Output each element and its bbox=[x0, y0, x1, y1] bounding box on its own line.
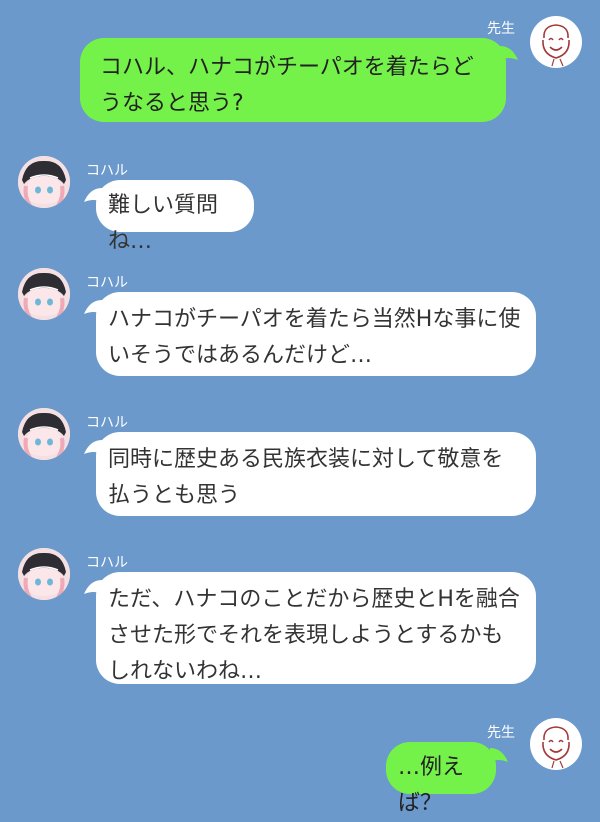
message-bubble[interactable]: …例えば？ bbox=[386, 742, 496, 816]
smiling-face-avatar-icon[interactable] bbox=[530, 718, 582, 770]
chat-message: 先生 …例えば？ bbox=[0, 712, 600, 816]
chat-message: コハル 難しい質問ね… bbox=[0, 150, 600, 254]
sender-name: 先生 bbox=[487, 21, 515, 37]
message-bubble[interactable]: 難しい質問ね… bbox=[96, 180, 254, 254]
smiling-face-avatar-icon[interactable] bbox=[530, 16, 582, 68]
sender-name: コハル bbox=[86, 163, 128, 179]
sender-name: コハル bbox=[86, 555, 128, 571]
chat-message: コハル 同時に歴史ある民族衣装に対して敬意を払うとも思う bbox=[0, 402, 600, 522]
sender-name: 先生 bbox=[487, 725, 515, 741]
sender-name: コハル bbox=[86, 415, 128, 431]
message-bubble[interactable]: ハナコがチーパオを着たら当然Hな事に使いそうではあるんだけど… bbox=[96, 292, 536, 376]
koharu-avatar-icon[interactable] bbox=[18, 268, 70, 320]
message-bubble[interactable]: コハル、ハナコがチーパオを着たらどうなると思う? bbox=[80, 38, 506, 122]
message-bubble[interactable]: ただ、ハナコのことだから歴史とHを融合させた形でそれを表現しようとするかもしれな… bbox=[96, 572, 536, 684]
chat-message: コハル ただ、ハナコのことだから歴史とHを融合させた形でそれを表現しようとするか… bbox=[0, 542, 600, 692]
koharu-avatar-icon[interactable] bbox=[18, 548, 70, 600]
message-bubble[interactable]: 同時に歴史ある民族衣装に対して敬意を払うとも思う bbox=[96, 432, 536, 516]
sender-name: コハル bbox=[86, 275, 128, 291]
koharu-avatar-icon[interactable] bbox=[18, 156, 70, 208]
koharu-avatar-icon[interactable] bbox=[18, 408, 70, 460]
chat-message: コハル ハナコがチーパオを着たら当然Hな事に使いそうではあるんだけど… bbox=[0, 262, 600, 382]
chat-message: 先生 コハル、ハナコがチーパオを着たらどうなると思う? bbox=[0, 0, 600, 130]
